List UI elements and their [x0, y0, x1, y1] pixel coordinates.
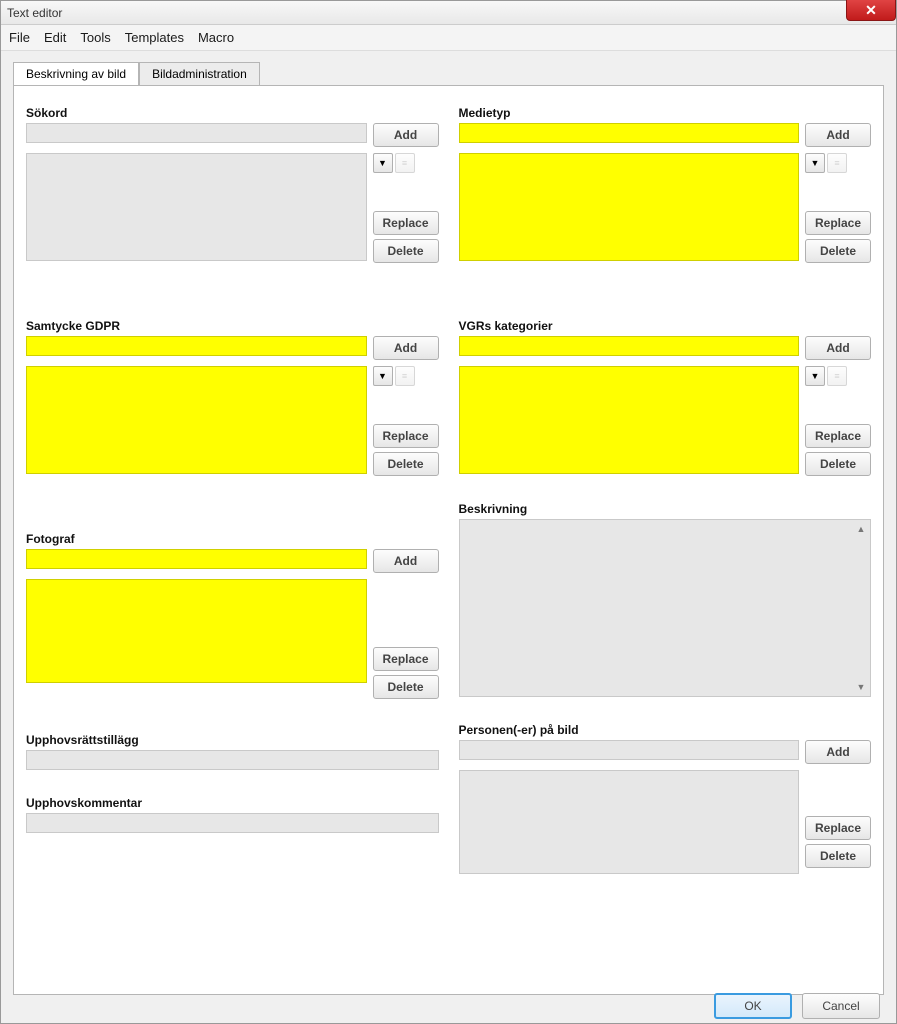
panel-beskrivning: Sökord Add ▼ ≡ Replace [13, 85, 884, 995]
menu-macro[interactable]: Macro [198, 30, 234, 45]
scroll-up-icon[interactable]: ▲ [854, 522, 868, 536]
menu-templates[interactable]: Templates [125, 30, 184, 45]
menu-file[interactable]: File [9, 30, 30, 45]
menu-edit[interactable]: Edit [44, 30, 66, 45]
samtycke-add-button[interactable]: Add [373, 336, 439, 360]
sokord-delete-button[interactable]: Delete [373, 239, 439, 263]
fotograf-replace-button[interactable]: Replace [373, 647, 439, 671]
medietyp-sort-icon: ≡ [827, 153, 847, 173]
field-sokord: Sökord Add ▼ ≡ Replace [26, 106, 439, 263]
label-samtycke: Samtycke GDPR [26, 319, 439, 333]
cancel-button[interactable]: Cancel [802, 993, 880, 1019]
personen-listbox[interactable] [459, 770, 800, 874]
medietyp-delete-button[interactable]: Delete [805, 239, 871, 263]
field-vgr: VGRs kategorier Add ▼ ≡ R [459, 319, 872, 476]
field-upphov-kommentar: Upphovskommentar [26, 796, 439, 833]
label-medietyp: Medietyp [459, 106, 872, 120]
personen-add-button[interactable]: Add [805, 740, 871, 764]
medietyp-add-button[interactable]: Add [805, 123, 871, 147]
vgr-sort-icon: ≡ [827, 366, 847, 386]
field-beskrivning: Beskrivning ▲ ▼ [459, 502, 872, 697]
samtycke-input[interactable] [26, 336, 367, 356]
label-beskrivning: Beskrivning [459, 502, 872, 516]
sokord-add-button[interactable]: Add [373, 123, 439, 147]
fotograf-add-button[interactable]: Add [373, 549, 439, 573]
vgr-add-button[interactable]: Add [805, 336, 871, 360]
label-fotograf: Fotograf [26, 532, 439, 546]
field-upphov-tillagg: Upphovsrättstillägg [26, 733, 439, 770]
samtycke-delete-button[interactable]: Delete [373, 452, 439, 476]
vgr-down-icon[interactable]: ▼ [805, 366, 825, 386]
sokord-down-icon[interactable]: ▼ [373, 153, 393, 173]
samtycke-replace-button[interactable]: Replace [373, 424, 439, 448]
medietyp-replace-button[interactable]: Replace [805, 211, 871, 235]
sokord-sort-icon: ≡ [395, 153, 415, 173]
vgr-listbox[interactable] [459, 366, 800, 474]
menubar: File Edit Tools Templates Macro [1, 25, 896, 51]
sokord-replace-button[interactable]: Replace [373, 211, 439, 235]
vgr-input[interactable] [459, 336, 800, 356]
scroll-down-icon[interactable]: ▼ [854, 680, 868, 694]
field-fotograf: Fotograf Add Replace Delete [26, 532, 439, 699]
field-samtycke: Samtycke GDPR Add ▼ ≡ Rep [26, 319, 439, 476]
personen-replace-button[interactable]: Replace [805, 816, 871, 840]
close-icon: ✕ [865, 2, 877, 19]
upphov-kommentar-input[interactable] [26, 813, 439, 833]
label-upphov-kommentar: Upphovskommentar [26, 796, 439, 810]
fotograf-input[interactable] [26, 549, 367, 569]
personen-delete-button[interactable]: Delete [805, 844, 871, 868]
titlebar: Text editor ✕ [1, 1, 896, 25]
medietyp-listbox[interactable] [459, 153, 800, 261]
beskrivning-textarea[interactable]: ▲ ▼ [459, 519, 872, 697]
vgr-replace-button[interactable]: Replace [805, 424, 871, 448]
tabstrip: Beskrivning av bild Bildadministration [1, 51, 896, 85]
medietyp-down-icon[interactable]: ▼ [805, 153, 825, 173]
personen-input[interactable] [459, 740, 800, 760]
samtycke-down-icon[interactable]: ▼ [373, 366, 393, 386]
tab-bildadministration[interactable]: Bildadministration [139, 62, 260, 86]
text-editor-window: Text editor ✕ File Edit Tools Templates … [0, 0, 897, 1024]
menu-tools[interactable]: Tools [80, 30, 110, 45]
label-vgr: VGRs kategorier [459, 319, 872, 333]
field-personen: Personen(-er) på bild Add Replace Delete [459, 723, 872, 874]
vgr-delete-button[interactable]: Delete [805, 452, 871, 476]
sokord-listbox[interactable] [26, 153, 367, 261]
field-medietyp: Medietyp Add ▼ ≡ Replace [459, 106, 872, 263]
label-personen: Personen(-er) på bild [459, 723, 872, 737]
window-title: Text editor [7, 6, 62, 20]
label-sokord: Sökord [26, 106, 439, 120]
samtycke-listbox[interactable] [26, 366, 367, 474]
label-upphov-tillagg: Upphovsrättstillägg [26, 733, 439, 747]
close-button[interactable]: ✕ [846, 0, 896, 21]
upphov-tillagg-input[interactable] [26, 750, 439, 770]
tab-beskrivning[interactable]: Beskrivning av bild [13, 62, 139, 86]
ok-button[interactable]: OK [714, 993, 792, 1019]
sokord-input[interactable] [26, 123, 367, 143]
samtycke-sort-icon: ≡ [395, 366, 415, 386]
fotograf-listbox[interactable] [26, 579, 367, 683]
dialog-footer: OK Cancel [714, 993, 880, 1019]
fotograf-delete-button[interactable]: Delete [373, 675, 439, 699]
medietyp-input[interactable] [459, 123, 800, 143]
